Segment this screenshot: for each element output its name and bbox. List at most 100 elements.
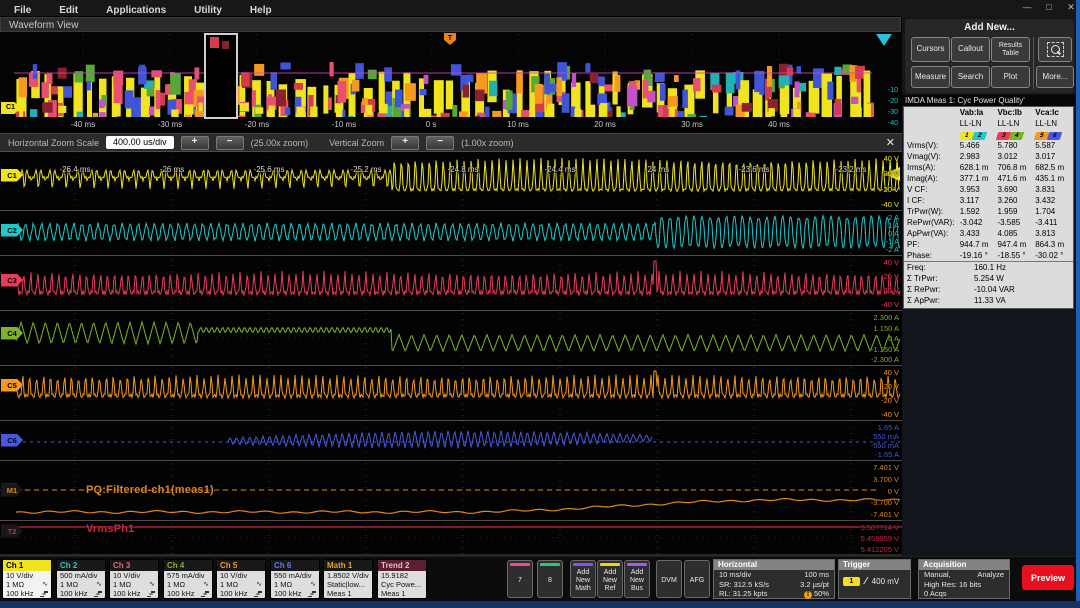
- zoom-time-label: -25.2 ms: [350, 165, 381, 174]
- channel-card-ch-4[interactable]: Ch 4575 mA/div1 MΩ∿100 kHz: [163, 559, 213, 599]
- search-button[interactable]: Search: [951, 66, 990, 88]
- menu-edit[interactable]: Edit: [45, 3, 92, 16]
- channel-card-value: 1.8502 V/div: [327, 571, 369, 580]
- measurement-value: -30.02 °: [1035, 250, 1073, 261]
- measurement-value: 3.260: [997, 195, 1035, 206]
- channel-card-line: 100 kHz: [271, 589, 319, 598]
- ac-coupling-icon: ∿: [96, 580, 102, 589]
- channel-card-ch-2[interactable]: Ch 2500 mA/div1 MΩ∿100 kHz: [56, 559, 106, 599]
- measurement-value: 1.704: [1035, 206, 1073, 217]
- channel-card-value: Meas 1: [381, 589, 406, 598]
- waveform-view-tab[interactable]: Waveform View: [0, 17, 901, 32]
- scale-label-c4: -1.150 A: [871, 346, 899, 354]
- results-table-button[interactable]: Results Table: [991, 37, 1030, 62]
- overview-time-label: -10 ms: [332, 120, 356, 129]
- plot-button[interactable]: Plot: [991, 66, 1030, 88]
- summary-value: 11.33 VA: [960, 295, 1006, 306]
- afg-button[interactable]: AFG: [684, 560, 710, 598]
- horizontal-panel[interactable]: Horizontal10 ms/div100 msSR: 312.5 kS/s3…: [713, 559, 835, 599]
- add-new-bus-button[interactable]: Add New Bus: [624, 560, 650, 598]
- more-button[interactable]: More...: [1036, 66, 1074, 88]
- measurement-row: I CF:3.1173.2603.432: [904, 195, 1073, 206]
- scale-label-c5: 20 V: [884, 383, 899, 391]
- scale-label-m1: 7.401 V: [873, 464, 899, 472]
- measurement-value: 944.7 m: [960, 239, 998, 250]
- horizontal-zoom-plus-button[interactable]: +: [181, 136, 209, 150]
- trigger-panel-title: Trigger: [839, 560, 910, 570]
- horizontal-zoom-factor: (25.00x zoom): [251, 138, 309, 148]
- 8-button[interactable]: 8: [537, 560, 563, 598]
- vertical-zoom-plus-button[interactable]: +: [391, 136, 419, 150]
- 7-button[interactable]: 7: [507, 560, 533, 598]
- menu-applications[interactable]: Applications: [92, 3, 180, 16]
- divider: [1033, 37, 1034, 89]
- channel-card-line: 10 V/div: [3, 571, 51, 580]
- measure-button[interactable]: Measure: [911, 66, 950, 88]
- zoomed-waveform-view[interactable]: -26.4 ms-26 ms-25.6 ms-25.2 ms-24.8 ms-2…: [0, 151, 902, 556]
- channel-card-value: 100 kHz: [274, 589, 302, 598]
- vertical-zoom-minus-button[interactable]: −: [426, 136, 454, 150]
- measurement-header[interactable]: IMDA Meas 1: Cyc Power Quality': [902, 95, 1076, 106]
- channel-card-title: Math 1: [324, 560, 372, 571]
- channel-card-line: 550 mA/div: [271, 571, 319, 580]
- channel-card-ch-1[interactable]: Ch 110 V/div1 MΩ∿100 kHz: [2, 559, 52, 599]
- channel-card-math-1[interactable]: Math 11.8502 V/divStatic|low...Meas 1: [323, 559, 373, 599]
- menu-file[interactable]: File: [0, 3, 45, 16]
- measurement-value: 3.831: [1035, 184, 1073, 195]
- overview-time-label: 30 ms: [681, 120, 703, 129]
- channel-card-ch-6[interactable]: Ch 6550 mA/div1 MΩ∿100 kHz: [270, 559, 320, 599]
- minimize-icon[interactable]: —: [1021, 2, 1033, 13]
- measurement-row: ApPwr(VA):3.4334.0853.813: [904, 228, 1073, 239]
- area-zoom-button[interactable]: [1038, 37, 1072, 62]
- add-new-math-button[interactable]: Add New Math: [570, 560, 596, 598]
- zoom-time-label: -26 ms: [160, 165, 184, 174]
- waveform-overview[interactable]: T-10-20-30-40-40 ms-30 ms-20 ms-10 ms0 s…: [0, 32, 902, 134]
- measurement-label: I CF:: [904, 195, 960, 206]
- horizontal-zoom-minus-button[interactable]: −: [216, 136, 244, 150]
- add-new-ref-button[interactable]: Add New Ref: [597, 560, 623, 598]
- cursors-button[interactable]: Cursors: [911, 37, 950, 62]
- zoom-close-icon[interactable]: ✕: [886, 136, 895, 149]
- source-badge-pair: 56: [1035, 129, 1073, 140]
- overview-time-label: -40 ms: [71, 120, 95, 129]
- scale-label-t2: 5.507714 V: [861, 524, 899, 532]
- dvm-button[interactable]: DVM: [656, 560, 682, 598]
- horizontal-zoom-scale-input[interactable]: 400.00 us/div: [106, 136, 174, 149]
- menu-utility[interactable]: Utility: [180, 3, 236, 16]
- acquisition-value: 0 Acqs: [924, 589, 947, 599]
- menu-help[interactable]: Help: [236, 3, 286, 16]
- channel-card-value: Cyc Powe...: [381, 580, 421, 589]
- acquisition-panel[interactable]: AcquisitionManual,AnalyzeHigh Res: 16 bi…: [918, 559, 1010, 599]
- channel-card-line: Meas 1: [378, 589, 426, 598]
- channel-card-line: 100 kHz: [217, 589, 265, 598]
- channel-card-title: Trend 2: [378, 560, 426, 571]
- preview-button[interactable]: Preview: [1022, 565, 1074, 590]
- svg-text:-30: -30: [888, 109, 898, 116]
- source-badge-pair: 12: [960, 129, 998, 140]
- channel-card-line: 10 V/div: [110, 571, 158, 580]
- callout-button[interactable]: Callout: [951, 37, 990, 62]
- channel-card-ch-3[interactable]: Ch 310 V/div1 MΩ∿100 kHz: [109, 559, 159, 599]
- horizontal-panel-title: Horizontal: [714, 560, 834, 570]
- scale-label-c5: -20 V: [881, 397, 899, 405]
- channel-card-value: 15.9182: [381, 571, 408, 580]
- measurement-label: V CF:: [904, 184, 960, 195]
- desktop-edge: [1076, 0, 1080, 601]
- channel-card-title: Ch 4: [164, 560, 212, 571]
- channel-card-trend-2[interactable]: Trend 215.9182Cyc Powe...Meas 1: [377, 559, 427, 599]
- measurement-value: 947.4 m: [997, 239, 1035, 250]
- maximize-icon[interactable]: □: [1043, 2, 1055, 13]
- measurement-value: 3.012: [997, 151, 1035, 162]
- menu-bar: FileEditApplicationsUtilityHelp — □ ✕: [0, 0, 1080, 17]
- column-subheader: LL-LN: [1035, 118, 1073, 129]
- table-column-subheaders: LL-LNLL-LNLL-LN: [904, 118, 1073, 129]
- trigger-panel[interactable]: Trigger1∕400 mV: [838, 559, 911, 599]
- acquisition-row: Manual,Analyze: [919, 570, 1009, 580]
- spacer: [904, 107, 960, 118]
- scale-label-c4: -2.300 A: [871, 356, 899, 364]
- measurement-row: Phase:-19.16 °-18.55 °-30.02 °: [904, 250, 1073, 261]
- measurement-value: 435.1 m: [1035, 173, 1073, 184]
- measurement-value: 3.690: [997, 184, 1035, 195]
- scale-label-c3: -40 V: [881, 301, 899, 309]
- channel-card-ch-5[interactable]: Ch 510 V/div1 MΩ∿100 kHz: [216, 559, 266, 599]
